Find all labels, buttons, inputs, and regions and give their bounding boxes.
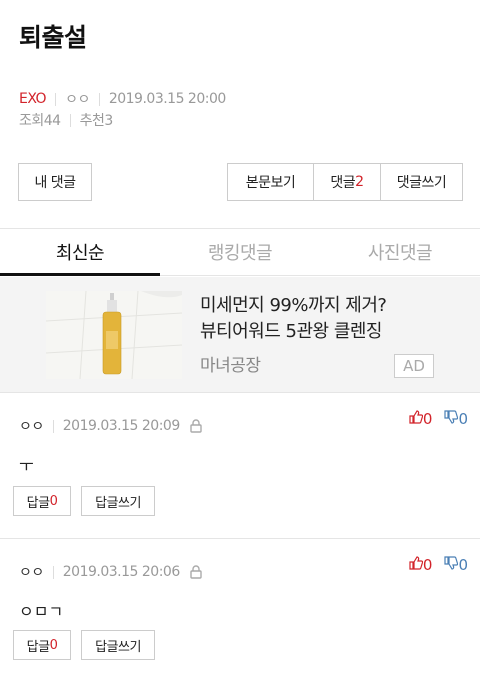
post-category[interactable]: EXO [19, 91, 47, 107]
downvote-button[interactable]: 0 [444, 556, 468, 574]
ad-line-1: 미세먼지 99%까지 제거? [200, 295, 387, 316]
comment-datetime: 2019.03.15 20:06 [62, 564, 180, 580]
ad-badge: AD [394, 354, 434, 378]
upvote-button[interactable]: 0 [409, 556, 433, 574]
thumbs-down-icon [444, 410, 459, 428]
comment-meta: ㅇㅇ 2019.03.15 20:09 [19, 416, 202, 436]
my-comments-button[interactable]: 내 댓글 [18, 163, 92, 201]
comment-author: ㅇㅇ [19, 565, 44, 581]
downvote-count: 0 [458, 410, 468, 428]
comment-meta: ㅇㅇ 2019.03.15 20:06 [19, 562, 202, 582]
comment-sort-tabs: 최신순 랭킹댓글 사진댓글 [0, 228, 480, 276]
ad-brand: 마녀공장 [200, 356, 261, 376]
downvote-button[interactable]: 0 [444, 410, 468, 428]
reply-count: 0 [49, 637, 58, 653]
thumbs-up-icon [409, 410, 424, 428]
thumbs-up-icon [409, 556, 424, 574]
write-comment-button[interactable]: 댓글쓰기 [380, 164, 462, 200]
ad-line-2: 뷰티어워드 5관왕 클렌징 [200, 321, 383, 342]
reply-count-button[interactable]: 답글 0 [13, 486, 71, 516]
reply-label: 답글 [26, 639, 50, 655]
meta-divider [98, 92, 100, 106]
meta-divider [52, 565, 54, 579]
comment-divider [0, 538, 480, 539]
tab-ranking[interactable]: 랭킹댓글 [160, 229, 320, 275]
lock-icon [190, 419, 202, 433]
post-author: ㅇㅇ [65, 92, 90, 108]
thumbs-down-icon [444, 556, 459, 574]
comment-datetime: 2019.03.15 20:09 [62, 418, 180, 434]
post-stats: 조회44 추천3 [19, 110, 113, 130]
tab-photo[interactable]: 사진댓글 [320, 229, 480, 275]
meta-divider [52, 419, 54, 433]
ad-product-image[interactable] [46, 291, 182, 379]
write-reply-button[interactable]: 답글쓰기 [81, 630, 155, 660]
downvote-count: 0 [458, 556, 468, 574]
comment-votes: 0 0 [409, 410, 468, 428]
reply-count: 0 [49, 493, 58, 509]
meta-divider [69, 113, 71, 127]
comments-count: 2 [355, 174, 364, 190]
reply-label: 답글 [26, 495, 50, 511]
upvote-count: 0 [422, 556, 433, 574]
lock-icon [190, 565, 202, 579]
upvote-button[interactable]: 0 [409, 410, 433, 428]
comments-button[interactable]: 댓글 2 [313, 164, 380, 200]
post-meta: EXO ㅇㅇ 2019.03.15 20:00 [19, 89, 226, 109]
comment-votes: 0 0 [409, 556, 468, 574]
upvote-count: 0 [422, 410, 433, 428]
post-title: 퇴출설 [19, 23, 87, 52]
ad-copy[interactable]: 미세먼지 99%까지 제거? 뷰티어워드 5관왕 클렌징 [200, 293, 387, 345]
reply-count-button[interactable]: 답글 0 [13, 630, 71, 660]
meta-divider [55, 92, 57, 106]
ad-banner[interactable]: 미세먼지 99%까지 제거? 뷰티어워드 5관왕 클렌징 마녀공장 AD [0, 277, 480, 393]
comment-author: ㅇㅇ [19, 419, 44, 435]
comment-text: ㅇㅁㄱ [19, 602, 64, 621]
write-reply-button[interactable]: 답글쓰기 [81, 486, 155, 516]
post-datetime: 2019.03.15 20:00 [108, 91, 226, 107]
tab-latest[interactable]: 최신순 [0, 229, 160, 276]
comment-text: ㅜ [19, 456, 34, 475]
post-action-group: 본문보기 댓글 2 댓글쓰기 [227, 163, 463, 201]
post-recommend: 추천3 [79, 113, 114, 129]
view-body-button[interactable]: 본문보기 [228, 164, 313, 200]
post-views: 조회44 [19, 113, 61, 129]
comments-label: 댓글 [330, 175, 356, 191]
